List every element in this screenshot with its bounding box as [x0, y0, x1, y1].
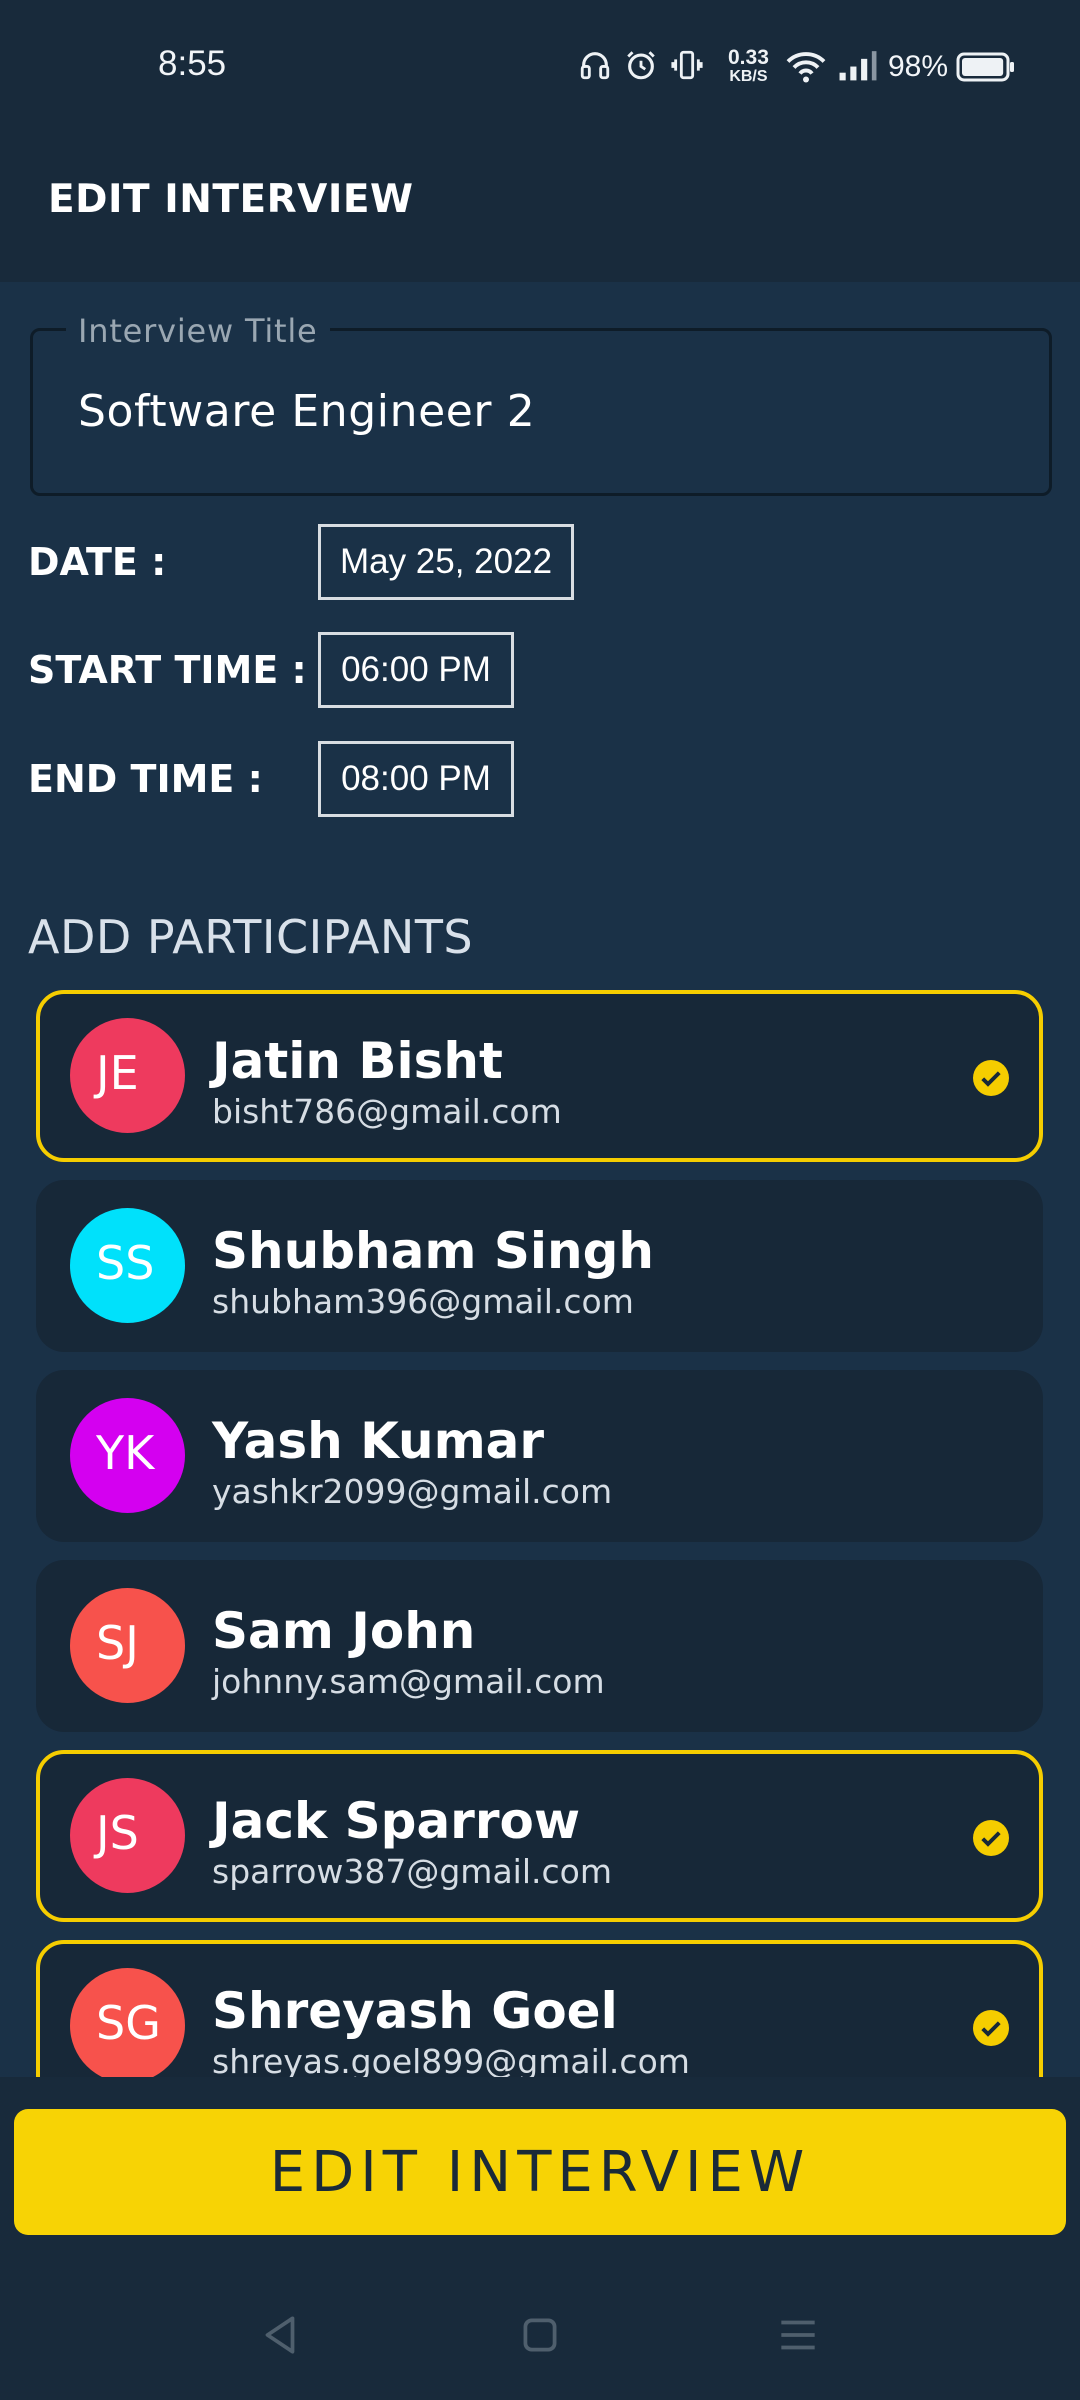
start-time-label: START TIME :	[28, 648, 307, 692]
participants-list[interactable]: JE Jatin Bisht bisht786@gmail.com SS Shu…	[0, 985, 1080, 2077]
signal-icon	[839, 51, 877, 81]
vibrate-icon	[671, 50, 703, 80]
participant-card[interactable]: JS Jack Sparrow sparrow387@gmail.com	[36, 1750, 1043, 1922]
date-label: DATE :	[28, 540, 167, 584]
page-title: EDIT INTERVIEW	[48, 177, 414, 222]
check-circle-icon	[973, 1060, 1009, 1096]
data-speed: 0.33 KB/S	[728, 46, 769, 85]
check-circle-icon	[973, 1820, 1009, 1856]
participant-name: Shreyash Goel	[212, 1982, 618, 2040]
participant-card[interactable]: SS Shubham Singh shubham396@gmail.com	[36, 1180, 1043, 1352]
participant-card[interactable]: JE Jatin Bisht bisht786@gmail.com	[36, 990, 1043, 1162]
avatar-initials: JE	[96, 1046, 139, 1100]
headphones-icon	[580, 52, 610, 80]
participant-email: bisht786@gmail.com	[212, 1092, 562, 1131]
participant-name: Yash Kumar	[212, 1412, 545, 1470]
edit-interview-button[interactable]: EDIT INTERVIEW	[14, 2109, 1066, 2235]
participant-email: yashkr2099@gmail.com	[212, 1472, 613, 1511]
avatar-initials: SJ	[96, 1616, 139, 1670]
avatar: YK	[70, 1398, 185, 1513]
avatar: SS	[70, 1208, 185, 1323]
participant-email: sparrow387@gmail.com	[212, 1852, 612, 1891]
battery-percent: 98%	[888, 50, 949, 83]
avatar-initials: SS	[96, 1236, 155, 1290]
participant-email: shreyas.goel899@gmail.com	[212, 2042, 690, 2077]
participant-name: Sam John	[212, 1602, 476, 1660]
avatar: SG	[70, 1968, 185, 2077]
participant-card[interactable]: SJ Sam John johnny.sam@gmail.com	[36, 1560, 1043, 1732]
participant-card[interactable]: SG Shreyash Goel shreyas.goel899@gmail.c…	[36, 1940, 1043, 2077]
interview-title-input[interactable]: Software Engineer 2	[78, 386, 535, 437]
start-time-picker[interactable]: 06:00 PM	[318, 632, 514, 708]
avatar: SJ	[70, 1588, 185, 1703]
avatar: JS	[70, 1778, 185, 1893]
status-bar: 8:55 0.33 KB/S 98%	[0, 0, 1080, 140]
participant-email: johnny.sam@gmail.com	[212, 1662, 605, 1701]
alarm-icon	[627, 51, 655, 80]
interview-title-label: Interview Title	[66, 312, 330, 350]
date-picker[interactable]: May 25, 2022	[318, 524, 574, 600]
participant-name: Jack Sparrow	[212, 1792, 581, 1850]
back-icon[interactable]	[255, 2310, 305, 2360]
recents-icon[interactable]	[773, 2310, 823, 2360]
battery-icon	[956, 52, 1014, 82]
avatar: JE	[70, 1018, 185, 1133]
check-circle-icon	[973, 2010, 1009, 2046]
status-icons: 0.33 KB/S 98%	[540, 0, 1080, 140]
participant-card[interactable]: YK Yash Kumar yashkr2099@gmail.com	[36, 1370, 1043, 1542]
end-time-picker[interactable]: 08:00 PM	[318, 741, 514, 817]
participant-name: Shubham Singh	[212, 1222, 654, 1280]
avatar-initials: SG	[96, 1996, 161, 2050]
status-time: 8:55	[158, 44, 227, 83]
participant-name: Jatin Bisht	[212, 1032, 503, 1090]
end-time-label: END TIME :	[28, 757, 263, 801]
avatar-initials: YK	[96, 1426, 155, 1480]
home-icon[interactable]	[515, 2310, 565, 2360]
participant-email: shubham396@gmail.com	[212, 1282, 634, 1321]
avatar-initials: JS	[96, 1806, 139, 1860]
participants-heading: ADD PARTICIPANTS	[28, 910, 474, 964]
wifi-icon	[786, 52, 826, 83]
